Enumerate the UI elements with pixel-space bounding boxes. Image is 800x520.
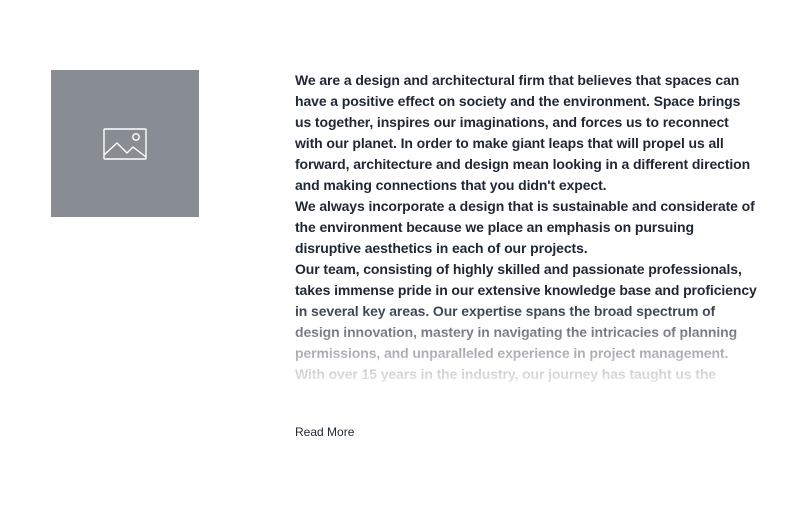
image-placeholder — [51, 70, 199, 217]
read-more-link[interactable]: Read More — [295, 424, 354, 440]
description-paragraph: We always incorporate a design that is s… — [295, 198, 755, 256]
about-section: We are a design and architectural firm t… — [0, 0, 800, 520]
description-paragraph: Our team, consisting of highly skilled a… — [295, 261, 757, 388]
description-text: We are a design and architectural firm t… — [295, 70, 760, 388]
description-paragraph: We are a design and architectural firm t… — [295, 72, 751, 193]
image-icon — [103, 127, 147, 160]
